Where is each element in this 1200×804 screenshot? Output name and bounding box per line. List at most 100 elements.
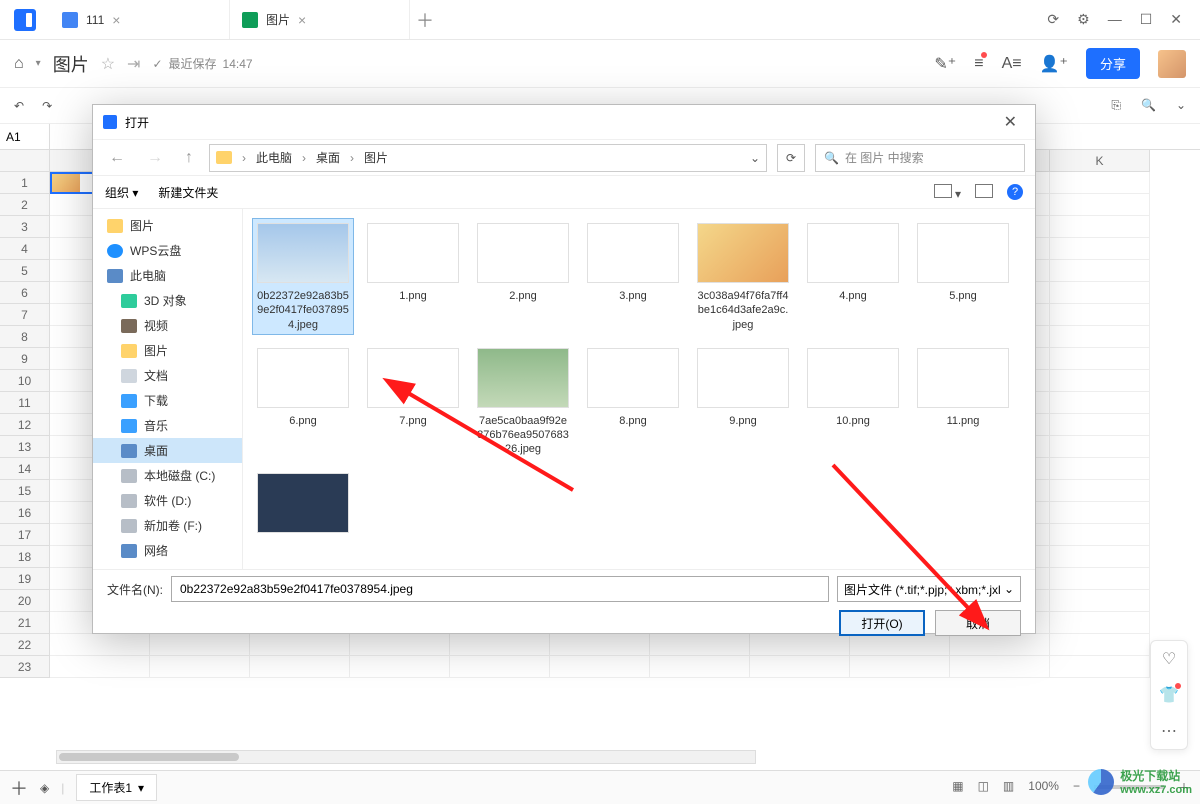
row-header[interactable]: 5 [0, 260, 50, 282]
avatar[interactable] [1158, 50, 1186, 78]
cell[interactable] [1050, 524, 1150, 546]
cell[interactable] [850, 656, 950, 678]
tree-item[interactable]: 此电脑 [93, 263, 242, 288]
row-header[interactable]: 10 [0, 370, 50, 392]
cell[interactable] [450, 634, 550, 656]
row-header[interactable]: 3 [0, 216, 50, 238]
select-all-corner[interactable] [0, 150, 50, 172]
grid-icon[interactable]: ▦ [952, 779, 963, 796]
search-input[interactable]: 🔍 在 图片 中搜索 [815, 144, 1025, 172]
row-header[interactable]: 20 [0, 590, 50, 612]
breadcrumb[interactable]: 桌面 [316, 149, 340, 166]
tree-item[interactable]: 图片 [93, 213, 242, 238]
cell[interactable] [650, 656, 750, 678]
file-item[interactable]: 2.png [473, 219, 573, 334]
tree-item[interactable]: 软件 (D:) [93, 488, 242, 513]
row-header[interactable]: 19 [0, 568, 50, 590]
cell[interactable] [1050, 656, 1150, 678]
star-icon[interactable]: ☆ [101, 54, 115, 74]
layout-icon[interactable]: ◫ [978, 779, 989, 796]
col-icon[interactable]: ▥ [1003, 779, 1014, 796]
cell[interactable] [1050, 282, 1150, 304]
breadcrumb[interactable]: 图片 [364, 149, 388, 166]
cell[interactable] [1050, 348, 1150, 370]
cell[interactable] [150, 634, 250, 656]
search-icon[interactable]: 🔍 [1141, 98, 1156, 113]
file-item[interactable]: 1.png [363, 219, 463, 334]
zoom-level[interactable]: 100% [1028, 779, 1059, 796]
cell[interactable] [550, 656, 650, 678]
tree-item[interactable]: 视频 [93, 313, 242, 338]
row-header[interactable]: 4 [0, 238, 50, 260]
tree-item[interactable]: 网络 [93, 538, 242, 563]
refresh-icon[interactable]: ⟳ [777, 144, 805, 172]
tree-item[interactable]: 本地磁盘 (C:) [93, 463, 242, 488]
horizontal-scrollbar[interactable] [56, 750, 756, 764]
cell[interactable] [1050, 502, 1150, 524]
undo-icon[interactable]: ↶ [14, 99, 24, 113]
sync-icon[interactable]: ⟳ [1047, 11, 1059, 28]
close-icon[interactable]: ✕ [996, 108, 1025, 136]
back-icon[interactable]: ← [103, 146, 131, 170]
filename-input[interactable] [171, 576, 829, 602]
file-item[interactable]: 7.png [363, 344, 463, 459]
row-header[interactable]: 16 [0, 502, 50, 524]
link-icon[interactable]: ⎘ [1111, 98, 1121, 113]
cell[interactable] [350, 634, 450, 656]
row-header[interactable]: 9 [0, 348, 50, 370]
file-item[interactable]: 10.png [803, 344, 903, 459]
edit-icon[interactable]: ✎⁺ [934, 54, 956, 74]
cell[interactable] [50, 634, 150, 656]
cell[interactable] [550, 634, 650, 656]
tab-sheet-image[interactable]: 图片 × [230, 0, 410, 39]
row-header[interactable]: 18 [0, 546, 50, 568]
row-header[interactable]: 7 [0, 304, 50, 326]
cell[interactable] [1050, 392, 1150, 414]
cell[interactable] [1050, 612, 1150, 634]
file-list[interactable]: 0b22372e92a83b59e2f0417fe0378954.jpeg1.p… [243, 209, 1035, 569]
sheet-tab[interactable]: 工作表1 ▾ [76, 774, 157, 801]
tree-item[interactable]: 新加卷 (F:) [93, 513, 242, 538]
file-item[interactable]: 3.png [583, 219, 683, 334]
new-folder-button[interactable]: 新建文件夹 [158, 184, 218, 201]
file-item[interactable]: 3c038a94f76fa7ff4be1c64d3afe2a9c.jpeg [693, 219, 793, 334]
cell[interactable] [50, 656, 150, 678]
cell[interactable] [250, 634, 350, 656]
cell[interactable] [1050, 568, 1150, 590]
up-icon[interactable]: ↑ [179, 146, 199, 170]
add-sheet-icon[interactable]: ＋ [10, 775, 28, 801]
tree-item[interactable]: WPS云盘 [93, 238, 242, 263]
font-icon[interactable]: A≡ [1002, 55, 1022, 73]
close-icon[interactable]: × [298, 12, 306, 28]
view-icon[interactable]: ▾ [934, 184, 961, 201]
cell[interactable] [1050, 326, 1150, 348]
row-header[interactable]: 8 [0, 326, 50, 348]
cell[interactable] [1050, 194, 1150, 216]
row-header[interactable]: 23 [0, 656, 50, 678]
row-header[interactable]: 12 [0, 414, 50, 436]
chevron-down-icon[interactable]: ▾ [36, 58, 41, 69]
cell[interactable] [1050, 480, 1150, 502]
file-item[interactable]: 6.png [253, 344, 353, 459]
cell[interactable] [1050, 260, 1150, 282]
cell[interactable] [450, 656, 550, 678]
cell[interactable] [650, 634, 750, 656]
path-bar[interactable]: › 此电脑 › 桌面 › 图片 ⌄ [209, 144, 767, 172]
share-user-icon[interactable]: 👤⁺ [1040, 54, 1068, 74]
organize-button[interactable]: 组织 ▾ [105, 184, 138, 201]
close-icon[interactable]: × [112, 12, 120, 28]
export-icon[interactable]: ⇥ [127, 54, 140, 74]
cell[interactable] [1050, 436, 1150, 458]
file-item[interactable] [253, 469, 353, 541]
sheets-list-icon[interactable]: ◈ [40, 781, 49, 795]
cancel-button[interactable]: 取消 [935, 610, 1021, 636]
tree-item[interactable]: 音乐 [93, 413, 242, 438]
cell[interactable] [1050, 172, 1150, 194]
row-header[interactable]: 1 [0, 172, 50, 194]
tree-item[interactable]: 文档 [93, 363, 242, 388]
preview-icon[interactable] [975, 184, 993, 201]
row-header[interactable]: 13 [0, 436, 50, 458]
file-item[interactable]: 11.png [913, 344, 1013, 459]
tree-item[interactable]: 图片 [93, 338, 242, 363]
cell[interactable] [1050, 634, 1150, 656]
